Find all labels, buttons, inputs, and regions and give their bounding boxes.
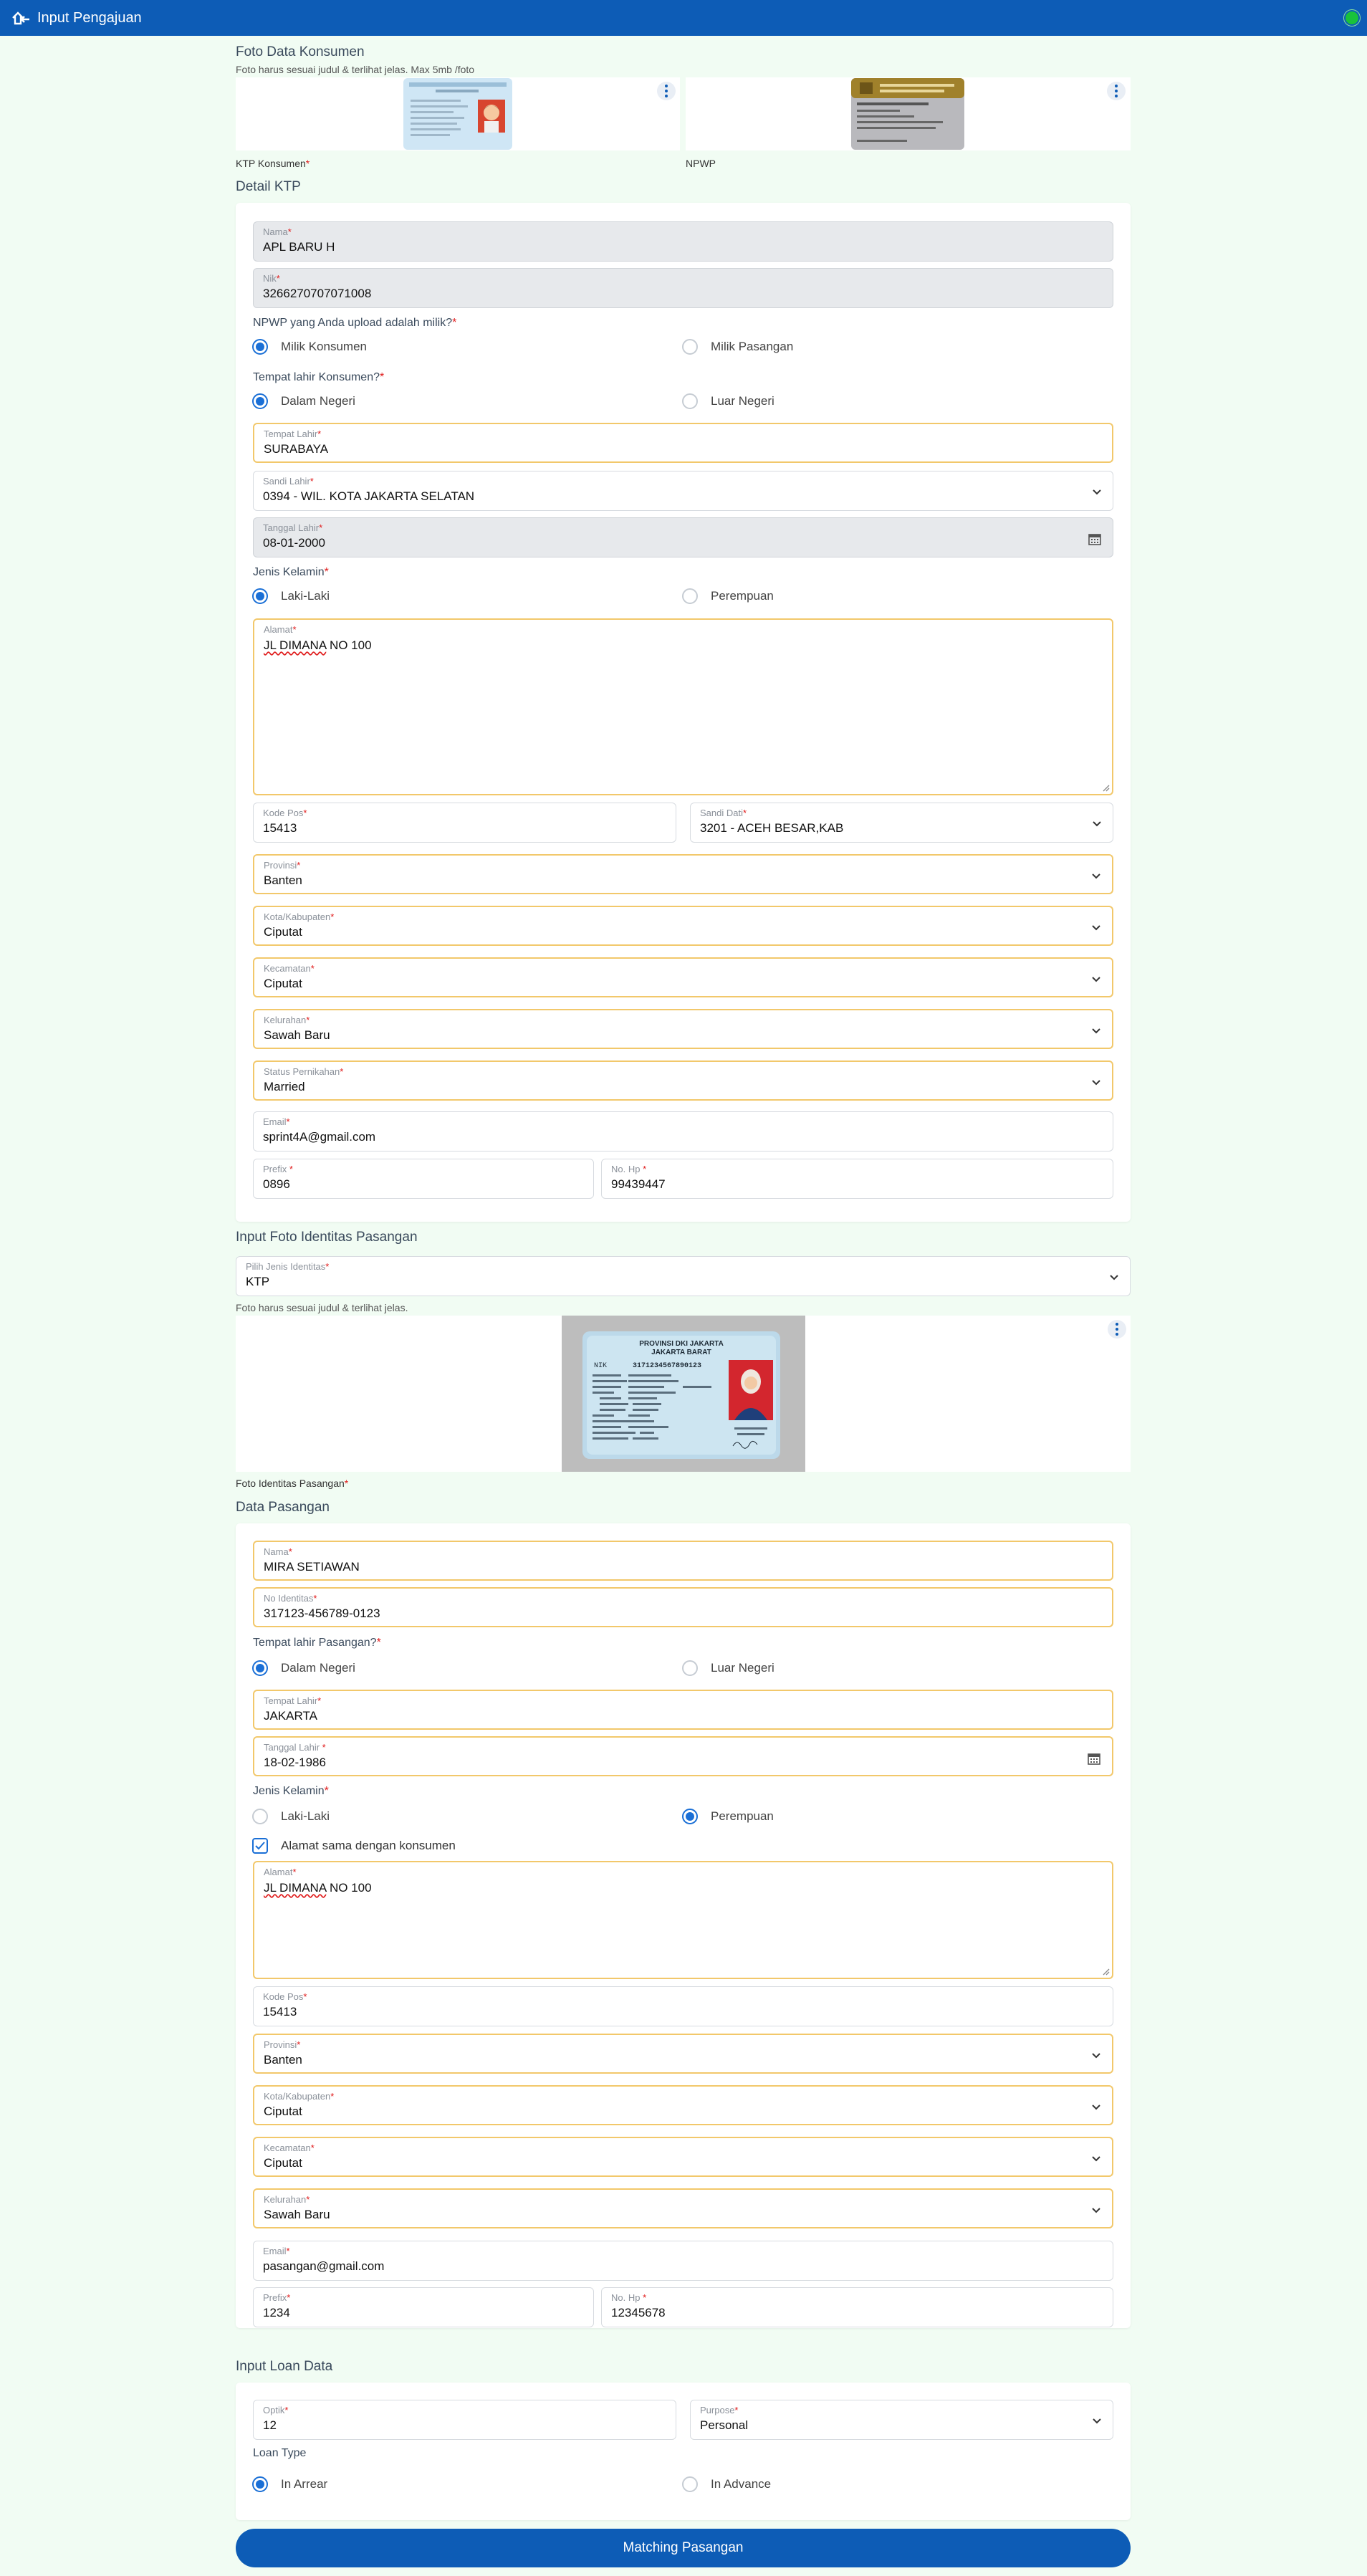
calendar-icon [1088,534,1101,545]
no-identitas-input[interactable]: No Identitas* 317123-456789-0123 [253,1587,1113,1627]
npwp-card-image [851,78,964,150]
tempat-lahir-question: Tempat lahir Konsumen?* [253,371,385,383]
chevron-down-icon [1110,1275,1118,1280]
chevron-down-icon [1092,977,1100,982]
svg-text:PROVINSI DKI JAKARTA: PROVINSI DKI JAKARTA [639,1340,724,1348]
radio-perempuan[interactable]: Perempuan [682,588,774,605]
provinsi-pasangan-select[interactable]: Provinsi* Banten [253,2034,1113,2074]
kode-pos-input[interactable]: Kode Pos* 15413 [253,803,676,843]
identitas-pasangan-menu-icon[interactable] [1108,1320,1126,1339]
radio-pasangan-perempuan[interactable]: Perempuan [682,1808,774,1825]
radio-luar-negeri[interactable]: Luar Negeri [682,393,774,410]
radio-milik-pasangan[interactable]: Milik Pasangan [682,338,793,355]
radio-pasangan-laki-laki[interactable]: Laki-Laki [252,1808,330,1825]
npwp-menu-icon[interactable] [1107,82,1126,100]
ktp-konsumen-caption: KTP Konsumen* [236,158,310,169]
loan-type-question: Loan Type [253,2447,307,2459]
chevron-down-icon [1092,2053,1100,2059]
kecamatan-pasangan-select[interactable]: Kecamatan* Ciputat [253,2137,1113,2177]
matching-pasangan-button[interactable]: Matching Pasangan [236,2529,1131,2567]
checkmark-icon [255,1842,265,1850]
page-title: Input Pengajuan [37,9,142,26]
jenis-kelamin-pasangan-question: Jenis Kelamin* [253,1785,329,1797]
provinsi-select[interactable]: Provinsi* Banten [253,854,1113,894]
ktp-konsumen-photo-box[interactable] [236,77,680,150]
tanggal-lahir-pasangan-input[interactable]: Tanggal Lahir * 18-02-1986 [253,1736,1113,1776]
radio-in-advance[interactable]: In Advance [682,2476,771,2493]
radio-dalam-negeri[interactable]: Dalam Negeri [252,393,355,410]
kota-select[interactable]: Kota/Kabupaten* Ciputat [253,906,1113,946]
chevron-down-icon [1093,821,1101,827]
resize-handle-icon[interactable] [1101,1967,1110,1976]
radio-pasangan-luar-negeri[interactable]: Luar Negeri [682,1660,774,1677]
radio-laki-laki[interactable]: Laki-Laki [252,588,330,605]
section-title-foto-konsumen: Foto Data Konsumen [236,44,365,59]
chevron-down-icon [1092,2156,1100,2162]
sandi-lahir-select[interactable]: Sandi Lahir* 0394 - WIL. KOTA JAKARTA SE… [253,471,1113,511]
no-hp-input[interactable]: No. Hp * 99439447 [601,1159,1113,1199]
online-status-indicator [1344,10,1360,26]
chevron-down-icon [1093,489,1101,495]
email-pasangan-input[interactable]: Email* pasangan@gmail.com [253,2241,1113,2281]
email-input[interactable]: Email* sprint4A@gmail.com [253,1111,1113,1151]
kode-pos-pasangan-input[interactable]: Kode Pos* 15413 [253,1986,1113,2026]
section-title-loan-data: Input Loan Data [236,2359,333,2374]
radio-milik-konsumen[interactable]: Milik Konsumen [252,338,367,355]
kelurahan-select[interactable]: Kelurahan* Sawah Baru [253,1009,1113,1049]
alamat-pasangan-textarea[interactable]: Alamat* JL DIMANA NO 100 [253,1861,1113,1979]
npwp-owner-question: NPWP yang Anda upload adalah milik?* [253,317,457,329]
jenis-kelamin-question: Jenis Kelamin* [253,566,329,578]
optik-input[interactable]: Optik* 12 [253,2400,676,2440]
section-title-foto-pasangan: Input Foto Identitas Pasangan [236,1230,418,1245]
tempat-lahir-pasangan-input[interactable]: Tempat Lahir* JAKARTA [253,1690,1113,1730]
alamat-sama-checkbox[interactable]: Alamat sama dengan konsumen [252,1838,456,1854]
tempat-lahir-input[interactable]: Tempat Lahir* SURABAYA [253,423,1113,463]
sandi-dati-select[interactable]: Sandi Dati* 3201 - ACEH BESAR,KAB [690,803,1113,843]
svg-text:3171234567890123: 3171234567890123 [633,1362,701,1370]
prefix-pasangan-input[interactable]: Prefix* 1234 [253,2287,594,2327]
ktp-konsumen-menu-icon[interactable] [657,82,676,100]
ktp-card-image [403,78,512,150]
section-title-detail-ktp: Detail KTP [236,179,301,194]
prefix-input[interactable]: Prefix * 0896 [253,1159,594,1199]
chevron-down-icon [1092,873,1100,879]
kecamatan-select[interactable]: Kecamatan* Ciputat [253,957,1113,997]
svg-text:NIK: NIK [594,1362,607,1370]
tempat-lahir-pasangan-question: Tempat lahir Pasangan?* [253,1637,381,1649]
chevron-down-icon [1092,2208,1100,2213]
tanggal-lahir-field: Tanggal Lahir* 08-01-2000 [253,517,1113,557]
npwp-photo-box[interactable] [686,77,1131,150]
identitas-pasangan-caption: Foto Identitas Pasangan* [236,1478,349,1489]
resize-handle-icon[interactable] [1101,783,1110,792]
section-title-data-pasangan: Data Pasangan [236,1500,330,1515]
chevron-down-icon [1092,1080,1100,1086]
kota-pasangan-select[interactable]: Kota/Kabupaten* Ciputat [253,2085,1113,2125]
photo-pasangan-hint: Foto harus sesuai judul & terlihat jelas… [236,1302,408,1313]
nama-pasangan-input[interactable]: Nama* MIRA SETIAWAN [253,1541,1113,1581]
app-bar: Input Pengajuan [0,0,1367,36]
jenis-identitas-select[interactable]: Pilih Jenis Identitas* KTP [236,1256,1131,1296]
back-home-icon[interactable] [10,7,32,29]
no-hp-pasangan-input[interactable]: No. Hp * 12345678 [601,2287,1113,2327]
radio-in-arrear[interactable]: In Arrear [252,2476,327,2493]
chevron-down-icon [1093,2418,1101,2424]
radio-pasangan-dalam-negeri[interactable]: Dalam Negeri [252,1660,355,1677]
status-pernikahan-select[interactable]: Status Pernikahan* Married [253,1060,1113,1101]
kelurahan-pasangan-select[interactable]: Kelurahan* Sawah Baru [253,2188,1113,2228]
npwp-caption: NPWP [686,158,716,169]
photo-hint: Foto harus sesuai judul & terlihat jelas… [236,64,475,75]
chevron-down-icon [1092,925,1100,931]
nik-field: Nik* 3266270707071008 [253,268,1113,308]
chevron-down-icon [1092,1028,1100,1034]
chevron-down-icon [1092,2105,1100,2110]
nama-field: Nama* APL BARU H [253,221,1113,262]
ktp-pasangan-card-image: PROVINSI DKI JAKARTA JAKARTA BARAT NIK 3… [582,1331,780,1459]
alamat-textarea[interactable]: Alamat* JL DIMANA NO 100 [253,618,1113,795]
purpose-select[interactable]: Purpose* Personal [690,2400,1113,2440]
calendar-icon[interactable] [1088,1752,1100,1765]
identitas-pasangan-photo-box[interactable]: PROVINSI DKI JAKARTA JAKARTA BARAT NIK 3… [236,1316,1131,1472]
svg-text:JAKARTA BARAT: JAKARTA BARAT [651,1349,711,1356]
